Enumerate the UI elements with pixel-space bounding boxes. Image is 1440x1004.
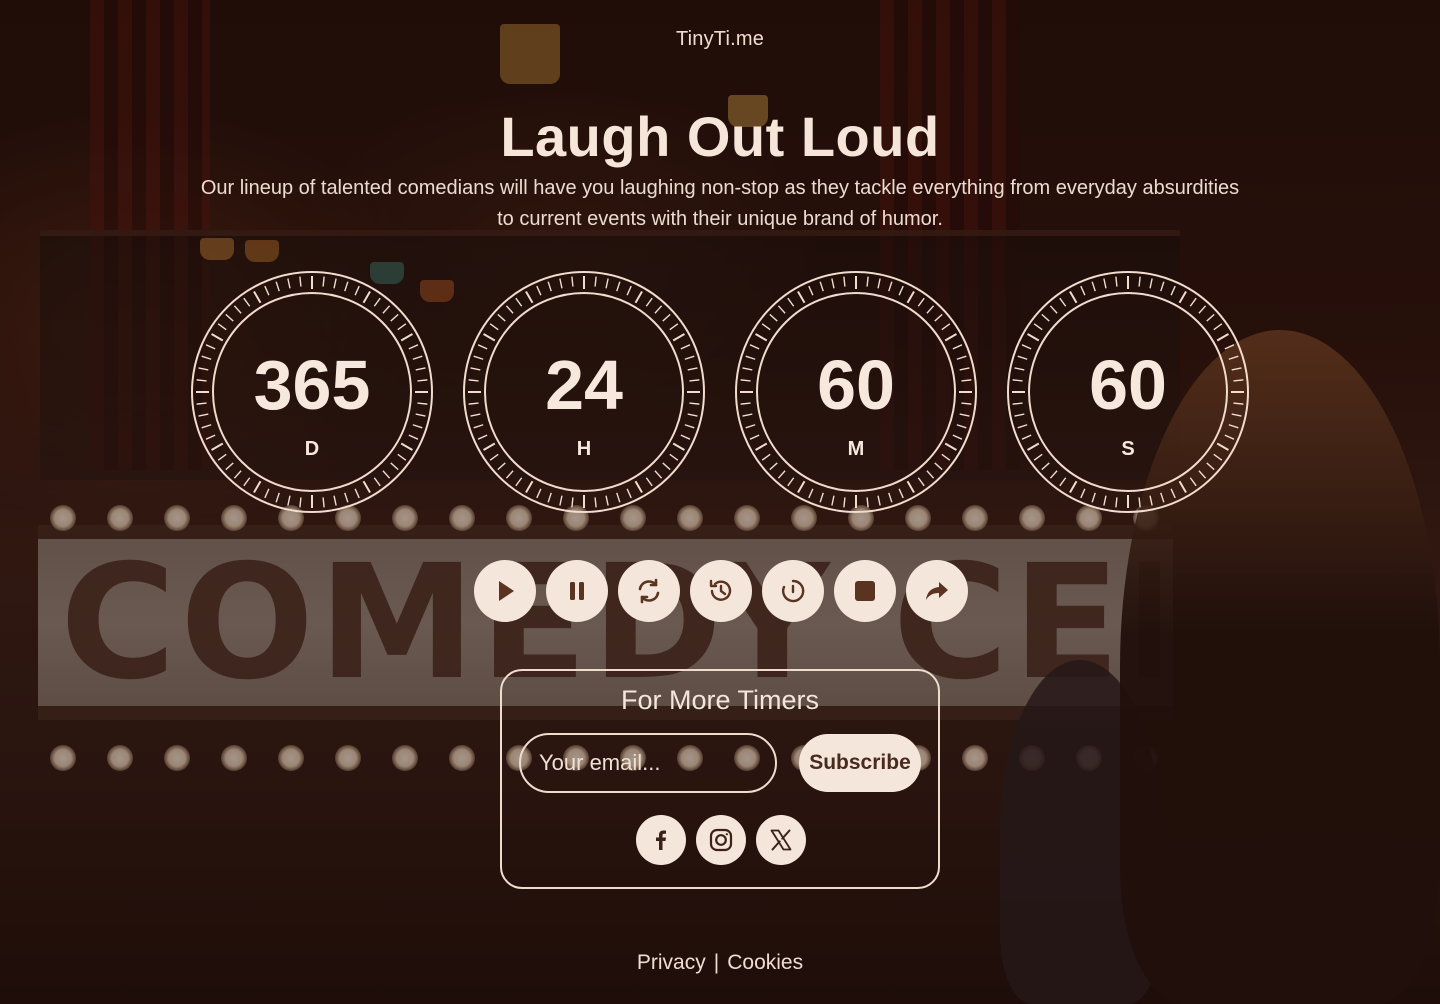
timer-reset-button[interactable] xyxy=(762,560,824,622)
timer-seconds: 60 S xyxy=(1006,270,1250,514)
pause-icon xyxy=(570,582,584,600)
timer-minutes-value: 60 xyxy=(817,346,895,424)
share-icon xyxy=(926,582,948,600)
facebook-link[interactable] xyxy=(636,815,686,865)
page-subtitle: Our lineup of talented comedians will ha… xyxy=(200,177,1240,230)
email-field[interactable] xyxy=(519,733,777,793)
x-twitter-icon xyxy=(770,829,792,851)
timer-minutes: 60 M xyxy=(734,270,978,514)
instagram-icon xyxy=(709,828,733,852)
social-links xyxy=(636,815,808,865)
history-button[interactable] xyxy=(690,560,752,622)
refresh-button[interactable] xyxy=(618,560,680,622)
pause-button[interactable] xyxy=(546,560,608,622)
x-twitter-link[interactable] xyxy=(756,815,806,865)
brand-name: TinyTi.me xyxy=(675,28,765,50)
timer-seconds-unit: S xyxy=(1121,438,1135,460)
history-icon xyxy=(709,579,732,601)
timer-seconds-value: 60 xyxy=(1089,346,1167,424)
instagram-link[interactable] xyxy=(696,815,746,865)
timer-days-value: 365 xyxy=(253,346,371,424)
stop-icon xyxy=(855,581,875,601)
timer-reset-icon xyxy=(782,579,805,603)
facebook-icon xyxy=(656,830,666,850)
timer-controls xyxy=(474,560,968,622)
timer-days: 365 D xyxy=(190,270,434,514)
timer-hours-unit: H xyxy=(576,438,592,460)
subscribe-button[interactable]: Subscribe xyxy=(799,734,921,792)
countdown-timers: 365 D 24 H 60 M 60 S xyxy=(190,270,1250,516)
timer-hours: 24 H xyxy=(462,270,706,514)
timer-days-unit: D xyxy=(304,438,320,460)
subscribe-title: For More Timers xyxy=(620,685,820,715)
privacy-link[interactable]: Privacy xyxy=(637,951,706,974)
play-button[interactable] xyxy=(474,560,536,622)
stop-button[interactable] xyxy=(834,560,896,622)
subscribe-panel: For More Timers Subscribe xyxy=(500,669,940,889)
footer-separator: | xyxy=(713,951,720,974)
timer-minutes-unit: M xyxy=(847,438,865,460)
timer-hours-value: 24 xyxy=(545,346,623,424)
play-icon xyxy=(499,581,514,601)
refresh-icon xyxy=(638,578,660,604)
cookies-link[interactable]: Cookies xyxy=(727,951,803,974)
page-title: Laugh Out Loud xyxy=(500,105,940,168)
footer-links: Privacy | Cookies xyxy=(0,951,1440,975)
share-button[interactable] xyxy=(906,560,968,622)
